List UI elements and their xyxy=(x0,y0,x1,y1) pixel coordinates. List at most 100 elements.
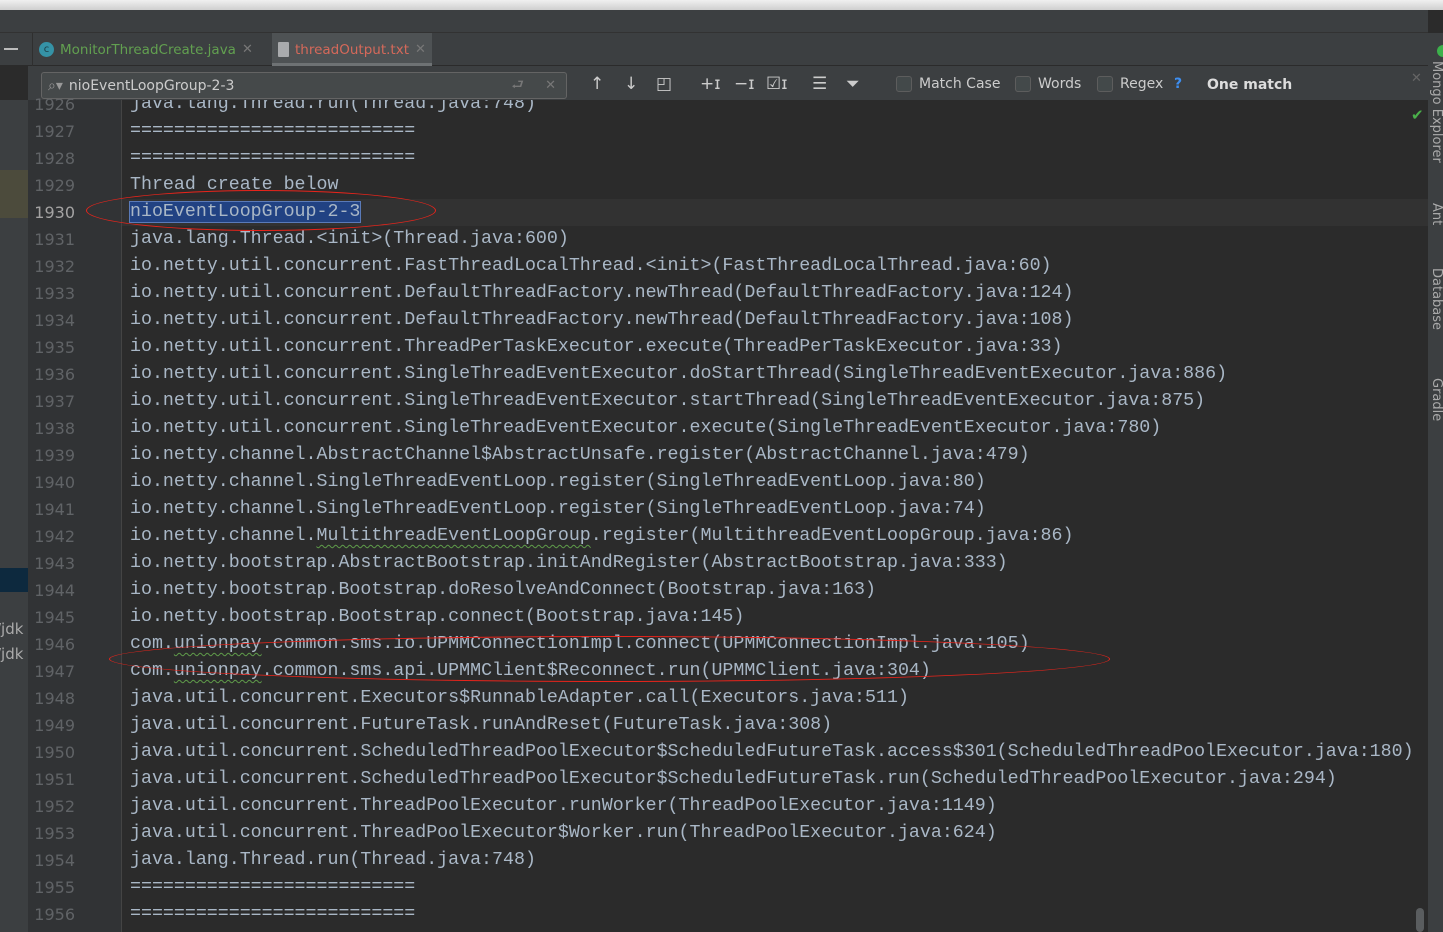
close-icon[interactable]: ✕ xyxy=(242,42,253,57)
line-number: 1935 xyxy=(34,338,75,357)
tab-label: MonitorThreadCreate.java xyxy=(60,41,236,58)
search-input[interactable] xyxy=(68,77,489,94)
code-line: io.netty.bootstrap.Bootstrap.doResolveAn… xyxy=(130,580,876,600)
regex-checkbox[interactable]: Regex xyxy=(1097,76,1163,92)
line-number: 1952 xyxy=(34,797,75,816)
code-line: java.util.concurrent.Executors$RunnableA… xyxy=(130,688,909,708)
new-line-icon[interactable]: ⮐ xyxy=(511,74,524,98)
line-number: 1949 xyxy=(34,716,75,735)
match-status: One match xyxy=(1207,77,1293,93)
code-line: io.netty.util.concurrent.SingleThreadEve… xyxy=(130,391,1206,411)
typo-word: MultithreadEventLoopGroup xyxy=(316,526,591,546)
line-number: 1939 xyxy=(34,446,75,465)
inspection-ok-icon[interactable]: ✔ xyxy=(1411,106,1424,124)
line-number: 1955 xyxy=(34,878,75,897)
code-line: ========================== xyxy=(130,148,416,168)
scrollbar-thumb[interactable] xyxy=(1416,908,1424,932)
filter-lines-icon[interactable]: ☰ xyxy=(812,74,827,94)
editor-tabs: c MonitorThreadCreate.java ✕ threadOutpu… xyxy=(0,33,1428,66)
find-bar: ⌕▾ ⮐ ✕ ↑ ↓ ◰ +ɪ −ɪ ☑ɪ ☰ ⏷ Match Case Wor… xyxy=(28,66,1428,100)
toggle-selection-icon[interactable]: ☑ɪ xyxy=(766,74,788,94)
code-line: ========================== xyxy=(130,904,416,924)
line-number: 1945 xyxy=(34,608,75,627)
code-line: io.netty.channel.SingleThreadEventLoop.r… xyxy=(130,472,986,492)
code-line: io.netty.bootstrap.Bootstrap.connect(Boo… xyxy=(130,607,745,627)
code-line: io.netty.channel.SingleThreadEventLoop.r… xyxy=(130,499,986,519)
line-number: 1948 xyxy=(34,689,75,708)
line-number: 1956 xyxy=(34,905,75,924)
code-line: io.netty.channel.MultithreadEventLoopGro… xyxy=(130,526,1074,546)
add-selection-icon[interactable]: +ɪ xyxy=(700,74,721,94)
tab-monitor-thread-create[interactable]: c MonitorThreadCreate.java ✕ xyxy=(32,33,259,66)
line-number: 1936 xyxy=(34,365,75,384)
remove-selection-icon[interactable]: −ɪ xyxy=(734,74,755,94)
text-file-icon xyxy=(278,42,289,57)
code-line: io.netty.channel.AbstractChannel$Abstrac… xyxy=(130,445,1030,465)
panel-text: /jdk xyxy=(0,645,24,663)
line-number: 1947 xyxy=(34,662,75,681)
panel-selection xyxy=(0,568,28,592)
tool-ant[interactable]: Ant xyxy=(1429,203,1443,225)
code-line: io.netty.util.concurrent.DefaultThreadFa… xyxy=(130,310,1074,330)
line-number: 1929 xyxy=(34,176,75,195)
code-line: io.netty.bootstrap.AbstractBootstrap.ini… xyxy=(130,553,1008,573)
code-line: java.util.concurrent.ScheduledThreadPool… xyxy=(130,742,1414,762)
line-number: 1951 xyxy=(34,770,75,789)
clear-icon[interactable]: ✕ xyxy=(545,78,556,93)
select-all-occurrences-icon[interactable]: ◰ xyxy=(656,74,672,94)
next-occurrence-icon[interactable]: ↓ xyxy=(624,74,638,94)
filter-icon[interactable]: ⏷ xyxy=(846,74,860,94)
code-line: java.lang.Thread.<init>(Thread.java:600) xyxy=(130,229,569,249)
line-number: 1931 xyxy=(34,230,75,249)
code-line: io.netty.util.concurrent.SingleThreadEve… xyxy=(130,418,1162,438)
regex-help-link[interactable]: ? xyxy=(1174,76,1182,92)
words-checkbox[interactable]: Words xyxy=(1015,76,1081,92)
tool-gradle[interactable]: Gradle xyxy=(1429,378,1443,421)
line-number: 1950 xyxy=(34,743,75,762)
right-tool-strip: Mongo Explorer Ant Database Gradle xyxy=(1428,33,1443,932)
line-number: 1940 xyxy=(34,473,75,492)
search-field[interactable]: ⌕▾ ⮐ ✕ xyxy=(41,72,567,99)
code-line: io.netty.util.concurrent.SingleThreadEve… xyxy=(130,364,1228,384)
line-number: 1942 xyxy=(34,527,75,546)
code-line: java.util.concurrent.FutureTask.runAndRe… xyxy=(130,715,833,735)
line-number: 1937 xyxy=(34,392,75,411)
annotation-ellipse xyxy=(109,636,1110,682)
line-number: 1943 xyxy=(34,554,75,573)
tool-mongo-explorer[interactable]: Mongo Explorer xyxy=(1429,61,1443,163)
tool-database[interactable]: Database xyxy=(1429,268,1443,330)
line-number: 1944 xyxy=(34,581,75,600)
title-bar xyxy=(0,10,1428,33)
java-class-icon: c xyxy=(39,42,54,57)
line-number: 1941 xyxy=(34,500,75,519)
project-panel-edge: /jdk /jdk xyxy=(0,100,28,932)
code-line: java.util.concurrent.ScheduledThreadPool… xyxy=(130,769,1337,789)
panel-highlight xyxy=(0,170,28,218)
code-line: io.netty.util.concurrent.ThreadPerTaskEx… xyxy=(130,337,1063,357)
code-line: io.netty.util.concurrent.FastThreadLocal… xyxy=(130,256,1052,276)
code-line: java.lang.Thread.run(Thread.java:748) xyxy=(130,100,536,114)
window-top-edge xyxy=(0,0,1443,10)
line-number: 1954 xyxy=(34,851,75,870)
code-line: java.util.concurrent.ThreadPoolExecutor$… xyxy=(130,823,997,843)
tab-thread-output[interactable]: threadOutput.txt ✕ xyxy=(272,33,432,66)
code-line: ========================== xyxy=(130,877,416,897)
code-line: ========================== xyxy=(130,121,416,141)
line-number: 1934 xyxy=(34,311,75,330)
line-number: 1938 xyxy=(34,419,75,438)
line-number: 1928 xyxy=(34,149,75,168)
line-number: 1953 xyxy=(34,824,75,843)
tab-label: threadOutput.txt xyxy=(295,41,410,58)
annotation-ellipse xyxy=(86,190,436,231)
line-number: 1933 xyxy=(34,284,75,303)
code-line: java.util.concurrent.ThreadPoolExecutor.… xyxy=(130,796,997,816)
previous-occurrence-icon[interactable]: ↑ xyxy=(590,74,604,94)
line-number: 1930 xyxy=(34,203,75,222)
minimize-icon[interactable] xyxy=(4,48,18,50)
panel-text: /jdk xyxy=(0,620,24,638)
line-number: 1926 xyxy=(34,95,75,114)
close-find-icon[interactable]: ✕ xyxy=(1411,71,1422,86)
line-number-gutter: 1926 1927 1928 1929 1930 1931 1932 1933 1934 1935… xyxy=(28,95,122,932)
match-case-checkbox[interactable]: Match Case xyxy=(896,76,1000,92)
close-icon[interactable]: ✕ xyxy=(415,42,426,57)
